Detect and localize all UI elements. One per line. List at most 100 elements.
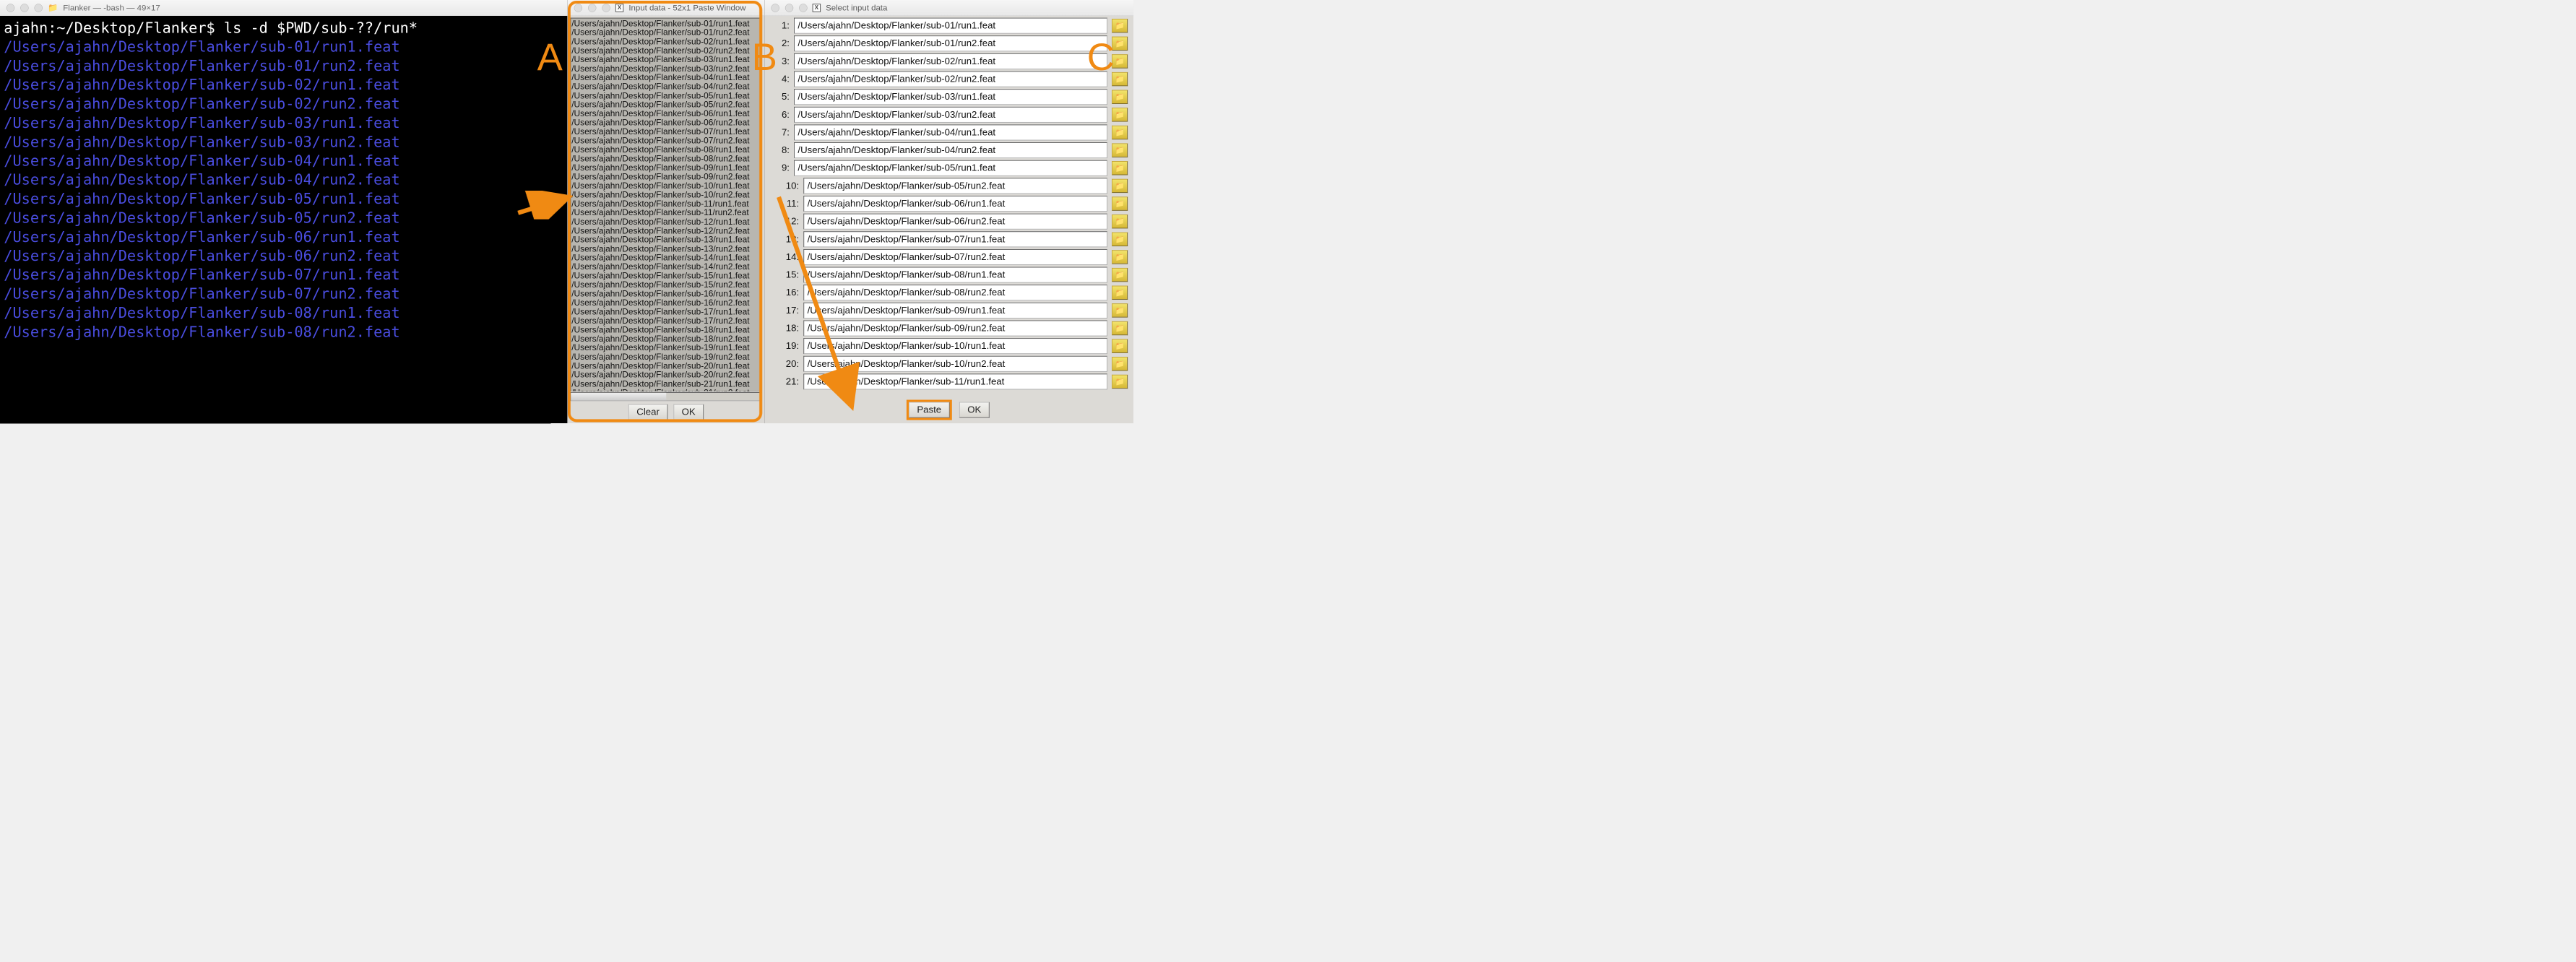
input-row: 4: 📁 xyxy=(771,72,1128,87)
row-number: 8: xyxy=(771,145,790,156)
paste-button[interactable]: Paste xyxy=(909,402,950,418)
input-row: 2: 📁 xyxy=(771,35,1128,51)
path-input[interactable] xyxy=(794,18,1107,34)
input-row: 17: 📁 xyxy=(780,303,1128,318)
select-titlebar[interactable]: X Select input data xyxy=(765,0,1133,16)
folder-icon: 📁 xyxy=(48,3,58,13)
path-input[interactable] xyxy=(803,231,1107,247)
folder-browse-icon[interactable]: 📁 xyxy=(1112,250,1128,264)
minimize-icon[interactable] xyxy=(588,4,596,12)
path-input[interactable] xyxy=(803,178,1107,194)
terminal-output-line: /Users/ajahn/Desktop/Flanker/sub-02/run1… xyxy=(4,75,563,94)
select-window: X Select input data 1:📁2:📁3:📁4:📁5:📁6:📁7:… xyxy=(764,0,1133,423)
path-input[interactable] xyxy=(803,303,1107,318)
input-row: 15:📁 xyxy=(780,267,1128,283)
input-row: 19:📁 xyxy=(780,338,1128,354)
path-input[interactable] xyxy=(794,160,1107,176)
x11-icon: X xyxy=(615,4,623,12)
folder-browse-icon[interactable]: 📁 xyxy=(1112,90,1128,104)
minimize-icon[interactable] xyxy=(20,4,28,12)
folder-browse-icon[interactable]: 📁 xyxy=(1112,233,1128,246)
terminal-command: ls -d $PWD/sub-??/run* xyxy=(224,19,418,36)
folder-browse-icon[interactable]: 📁 xyxy=(1112,214,1128,228)
row-number: 4: xyxy=(771,74,790,84)
ok-button[interactable]: OK xyxy=(959,402,990,418)
folder-browse-icon[interactable]: 📁 xyxy=(1112,37,1128,51)
input-row: 13: 📁 xyxy=(780,231,1128,247)
input-row: 8: 📁 xyxy=(771,142,1128,158)
window-controls[interactable] xyxy=(771,4,807,12)
path-input[interactable] xyxy=(794,53,1107,69)
folder-browse-icon[interactable]: 📁 xyxy=(1112,179,1128,193)
horizontal-scrollbar[interactable] xyxy=(570,392,761,401)
terminal-output-line: /Users/ajahn/Desktop/Flanker/sub-03/run2… xyxy=(4,132,563,151)
terminal-prompt: ajahn:~/Desktop/Flanker$ xyxy=(4,19,215,36)
path-input[interactable] xyxy=(794,107,1107,123)
row-number: 2: xyxy=(771,38,790,49)
zoom-icon[interactable] xyxy=(602,4,610,12)
path-input[interactable] xyxy=(803,373,1107,389)
input-row: 1:📁 xyxy=(771,18,1128,34)
terminal-output-line: /Users/ajahn/Desktop/Flanker/sub-04/run1… xyxy=(4,152,563,170)
terminal-title: Flanker — -bash — 49×17 xyxy=(63,3,160,13)
row-number: 6: xyxy=(771,109,790,120)
terminal-titlebar[interactable]: 📁 Flanker — -bash — 49×17 xyxy=(0,0,567,16)
row-number: 3: xyxy=(771,56,790,66)
folder-browse-icon[interactable]: 📁 xyxy=(1112,108,1128,121)
window-controls[interactable] xyxy=(7,4,43,12)
terminal-output-line: /Users/ajahn/Desktop/Flanker/sub-07/run1… xyxy=(4,266,563,285)
row-number: 11: xyxy=(780,199,799,209)
path-input[interactable] xyxy=(803,196,1107,212)
path-input[interactable] xyxy=(803,338,1107,354)
path-input[interactable] xyxy=(803,267,1107,283)
folder-browse-icon[interactable]: 📁 xyxy=(1112,143,1128,157)
folder-browse-icon[interactable]: 📁 xyxy=(1112,72,1128,86)
path-input[interactable] xyxy=(803,356,1107,372)
path-input[interactable] xyxy=(794,35,1107,51)
input-row: 7:📁 xyxy=(771,124,1128,140)
input-row: 21:📁 xyxy=(780,373,1128,389)
folder-browse-icon[interactable]: 📁 xyxy=(1112,286,1128,300)
path-input[interactable] xyxy=(803,249,1107,265)
input-row: 18:📁 xyxy=(780,321,1128,337)
close-icon[interactable] xyxy=(574,4,582,12)
folder-browse-icon[interactable]: 📁 xyxy=(1112,161,1128,175)
paste-titlebar[interactable]: X Input data - 52x1 Paste Window xyxy=(568,0,764,16)
folder-browse-icon[interactable]: 📁 xyxy=(1112,54,1128,68)
folder-browse-icon[interactable]: 📁 xyxy=(1112,303,1128,317)
folder-browse-icon[interactable]: 📁 xyxy=(1112,357,1128,370)
minimize-icon[interactable] xyxy=(785,4,793,12)
zoom-icon[interactable] xyxy=(35,4,43,12)
path-input[interactable] xyxy=(794,124,1107,140)
terminal-output-line: /Users/ajahn/Desktop/Flanker/sub-05/run1… xyxy=(4,189,563,208)
folder-browse-icon[interactable]: 📁 xyxy=(1112,339,1128,352)
zoom-icon[interactable] xyxy=(799,4,807,12)
ok-button[interactable]: OK xyxy=(673,404,704,420)
close-icon[interactable] xyxy=(7,4,14,12)
path-input[interactable] xyxy=(794,142,1107,158)
terminal-output-line: /Users/ajahn/Desktop/Flanker/sub-04/run2… xyxy=(4,170,563,189)
folder-browse-icon[interactable]: 📁 xyxy=(1112,268,1128,282)
path-input[interactable] xyxy=(803,285,1107,300)
row-number: 12: xyxy=(780,216,799,227)
row-number: 20: xyxy=(780,358,799,369)
input-row: 14:📁 xyxy=(780,249,1128,265)
path-input[interactable] xyxy=(794,72,1107,87)
window-controls[interactable] xyxy=(574,4,610,12)
paste-title: Input data - 52x1 Paste Window xyxy=(628,3,745,13)
path-input[interactable] xyxy=(803,321,1107,337)
row-number: 17: xyxy=(780,305,799,316)
terminal-output-line: /Users/ajahn/Desktop/Flanker/sub-02/run2… xyxy=(4,95,563,113)
path-input[interactable] xyxy=(803,214,1107,230)
terminal-body[interactable]: ajahn:~/Desktop/Flanker$ ls -d $PWD/sub-… xyxy=(0,16,567,423)
row-number: 13: xyxy=(780,234,799,245)
folder-browse-icon[interactable]: 📁 xyxy=(1112,19,1128,32)
paste-textarea[interactable] xyxy=(570,18,761,391)
folder-browse-icon[interactable]: 📁 xyxy=(1112,126,1128,139)
folder-browse-icon[interactable]: 📁 xyxy=(1112,321,1128,335)
path-input[interactable] xyxy=(794,89,1107,105)
clear-button[interactable]: Clear xyxy=(628,404,667,420)
folder-browse-icon[interactable]: 📁 xyxy=(1112,375,1128,389)
folder-browse-icon[interactable]: 📁 xyxy=(1112,196,1128,210)
close-icon[interactable] xyxy=(771,4,779,12)
